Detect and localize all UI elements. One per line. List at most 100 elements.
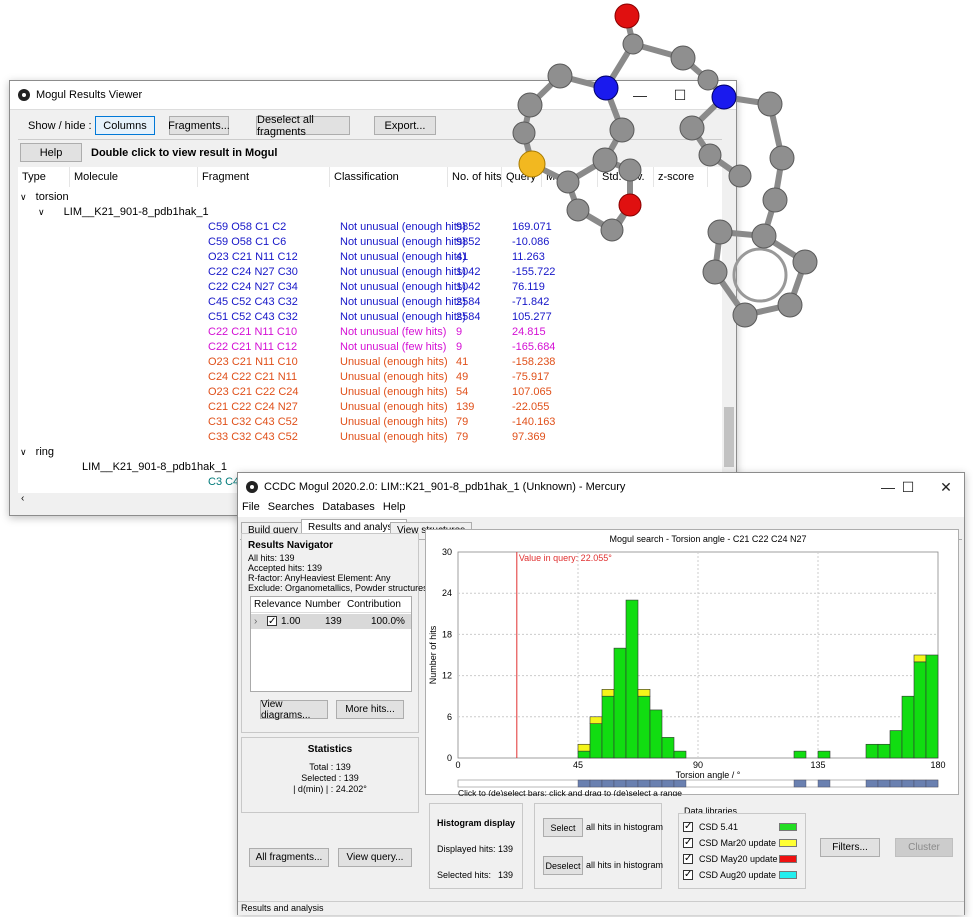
checkbox-icon[interactable] (683, 820, 693, 834)
selection-strip-cell (613, 779, 627, 788)
statistics-dmin: | d(min) | : 24.202° (293, 784, 367, 794)
table-row[interactable]: C21 C22 C24 N27 Unusual (enough hits) 139 -… (18, 400, 718, 415)
selection-strip-cell (625, 779, 639, 788)
checkbox-icon[interactable] (267, 614, 277, 629)
horizontal-scrollbar[interactable]: ‹ (18, 493, 248, 507)
maximize-icon[interactable]: ☐ (888, 473, 928, 501)
cluster-button[interactable]: Cluster (895, 838, 953, 857)
selection-strip-cell (649, 779, 663, 788)
filters-button[interactable]: Filters... (820, 838, 880, 857)
mogul-titlebar: CCDC Mogul 2020.2.0: LIM::K21_901-8_pdb1… (238, 473, 964, 501)
header-contribution[interactable]: Contribution (347, 597, 401, 613)
molecule-row[interactable]: ∨ LIM__K21_901-8_pdb1hak_1 (38, 205, 209, 220)
hits-cell: 79 (456, 431, 469, 443)
more-hits-button[interactable]: More hits... (336, 700, 404, 719)
table-row[interactable]: C22 C21 N11 C12 Not unusual (few hits) 9 -1… (18, 340, 718, 355)
x-tick-label: 90 (693, 760, 703, 770)
histogram-chart[interactable]: Mogul search - Torsion angle - C21 C22 C… (426, 530, 960, 796)
selection-strip-cell (793, 779, 807, 788)
column-header-classification[interactable]: Classification (330, 167, 448, 187)
select-button[interactable]: Select (543, 818, 583, 837)
view-query-button[interactable]: View query... (338, 848, 412, 867)
status-bar: Results and analysis (238, 901, 964, 915)
export-button[interactable]: Export... (374, 116, 436, 135)
column-header-molecule[interactable]: Molecule (70, 167, 198, 187)
statistics-selected: Selected : 139 (301, 773, 359, 783)
fragment-cell: C24 C22 C21 N11 (208, 371, 298, 383)
results-navigator-panel: Results Navigator All hits: 139 Accepted… (241, 533, 428, 733)
scrollbar-thumb[interactable] (724, 407, 734, 467)
data-library-item[interactable]: CSD 5.41 (683, 820, 803, 834)
table-row[interactable]: O23 C21 C22 C24 Unusual (enough hits) 54 10… (18, 385, 718, 400)
selection-strip-cell (589, 779, 603, 788)
data-library-color-swatch (779, 839, 797, 847)
chevron-down-icon[interactable]: ∨ (38, 207, 45, 217)
x-axis-label: Torsion angle / ° (676, 770, 741, 780)
histogram-bar (577, 743, 591, 752)
relevance-table: Relevance Number Contribution › 1.00 139… (250, 596, 412, 692)
hits-cell: 49 (456, 371, 469, 383)
menu-bar: File Searches Databases Help (238, 501, 964, 517)
all-fragments-button[interactable]: All fragments... (249, 848, 329, 867)
fragment-cell: C22 C24 N27 C34 (208, 281, 298, 293)
ring-group-row[interactable]: ∨ ring (20, 445, 54, 460)
molecule-name: LIM__K21_901-8_pdb1hak_1 (82, 461, 227, 473)
fragment-cell: C33 C32 C43 C52 (208, 431, 298, 443)
fragments-button[interactable]: Fragments... (168, 116, 230, 135)
columns-button[interactable]: Columns (95, 116, 155, 135)
chevron-down-icon[interactable]: ∨ (20, 447, 27, 457)
hits-cell: 2584 (456, 311, 481, 323)
torsion-group-row[interactable]: ∨ torsion (20, 190, 69, 205)
menu-searches[interactable]: Searches (268, 501, 314, 517)
selection-strip-cell (601, 779, 615, 788)
selection-strip-cell (889, 779, 903, 788)
data-library-label: CSD 5.41 (699, 822, 739, 832)
show-hide-label: Show / hide : (28, 120, 92, 132)
help-button[interactable]: Help (20, 143, 82, 162)
column-header-fragment[interactable]: Fragment (198, 167, 330, 187)
menu-file[interactable]: File (242, 501, 260, 517)
table-row[interactable]: C24 C22 C21 N11 Unusual (enough hits) 49 -7… (18, 370, 718, 385)
histogram-bar (877, 743, 891, 759)
table-row[interactable]: O23 C21 N11 C10 Unusual (enough hits) 41 -1… (18, 355, 718, 370)
header-number[interactable]: Number (305, 597, 341, 613)
table-row[interactable]: C31 C32 C43 C52 Unusual (enough hits) 79 -1… (18, 415, 718, 430)
statistics-title: Statistics (307, 744, 353, 755)
data-library-item[interactable]: CSD Mar20 update (683, 836, 803, 850)
column-header-hits[interactable]: No. of hits (448, 167, 502, 187)
data-library-item[interactable]: CSD May20 update (683, 852, 803, 866)
number-value: 139 (325, 616, 342, 627)
statistics-panel: Statistics Total : 139 Selected : 139 | … (241, 737, 419, 813)
table-row[interactable]: C33 C32 C43 C52 Unusual (enough hits) 79 97… (18, 430, 718, 445)
fragment-cell: C45 C52 C43 C32 (208, 296, 298, 308)
classification-cell: Not unusual (few hits) (340, 341, 447, 353)
histogram-bar (913, 654, 927, 663)
chevron-right-icon[interactable]: › (254, 614, 257, 629)
histogram-bar (901, 695, 915, 759)
classification-cell: Unusual (enough hits) (340, 416, 448, 428)
close-icon[interactable]: ✕ (926, 473, 966, 501)
menu-databases[interactable]: Databases (322, 501, 375, 517)
header-relevance[interactable]: Relevance (254, 597, 301, 613)
checkbox-icon[interactable] (683, 852, 693, 866)
selection-strip-cell (877, 779, 891, 788)
view-diagrams-button[interactable]: View diagrams... (260, 699, 328, 721)
query-cell: -165.684 (512, 341, 556, 353)
classification-cell: Unusual (enough hits) (340, 431, 448, 443)
selection-strip-cell (865, 779, 879, 788)
classification-cell: Not unusual (few hits) (340, 326, 447, 338)
histogram-display-panel: Histogram display Displayed hits: 139 Se… (429, 803, 523, 889)
deselect-all-fragments-button[interactable]: Deselect all fragments (256, 114, 350, 138)
checkbox-icon[interactable] (683, 868, 693, 882)
molecule-row[interactable]: LIM__K21_901-8_pdb1hak_1 (38, 460, 227, 475)
deselect-button[interactable]: Deselect (543, 856, 583, 875)
hits-cell: 54 (456, 386, 469, 398)
checkbox-icon[interactable] (683, 836, 693, 850)
table-row[interactable]: › 1.00 139 100.0% (251, 614, 411, 629)
chevron-down-icon[interactable]: ∨ (20, 192, 27, 202)
classification-cell: Not unusual (enough hits) (340, 296, 466, 308)
scroll-left-icon[interactable]: ‹ (21, 493, 24, 504)
data-library-item[interactable]: CSD Aug20 update (683, 868, 803, 882)
column-header-type[interactable]: Type (18, 167, 70, 187)
menu-help[interactable]: Help (383, 501, 406, 517)
